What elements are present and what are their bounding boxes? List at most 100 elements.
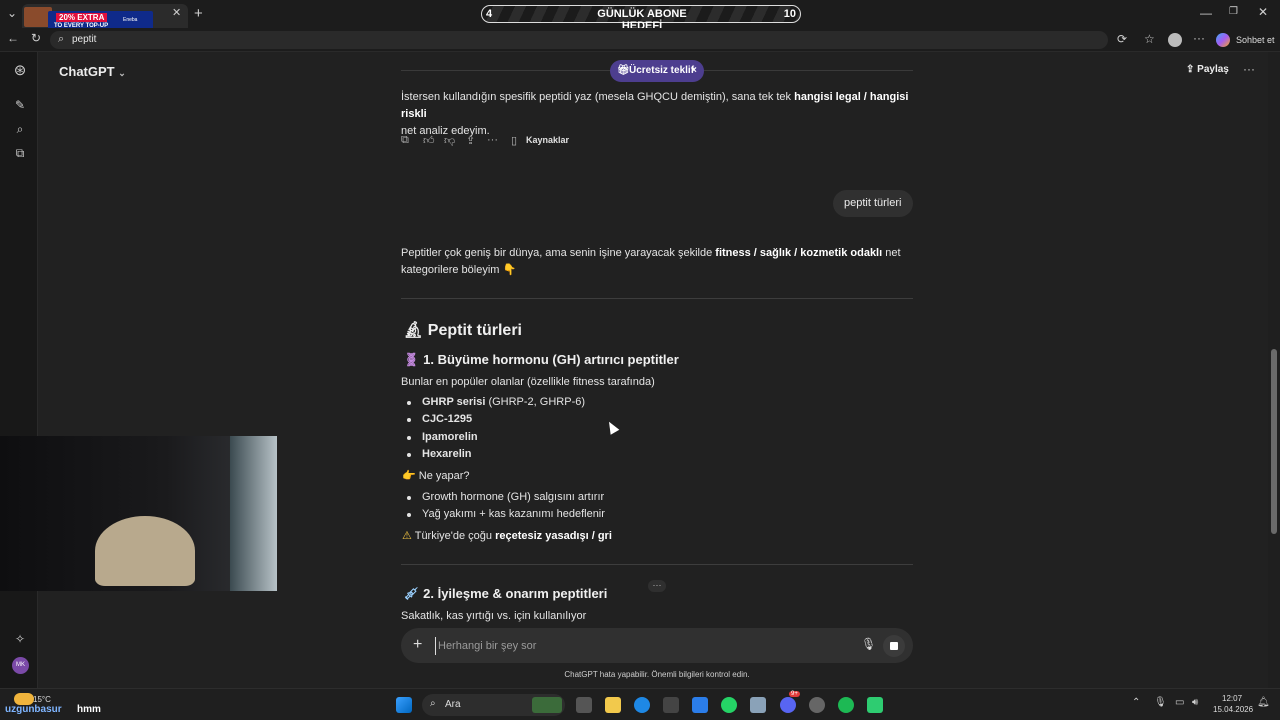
ad-brand: Eneba: [123, 17, 138, 23]
model-selector[interactable]: ChatGPT ⌄: [59, 64, 126, 79]
what-it-does-label: 👉 Ne yapar?: [402, 468, 470, 485]
search-highlight-image: [532, 697, 562, 713]
gift-icon: 🎁︎: [617, 65, 630, 76]
more-icon[interactable]: ···: [1193, 31, 1205, 45]
mail-icon[interactable]: [692, 697, 708, 713]
share-message-icon[interactable]: ⇪: [466, 134, 475, 147]
microphone-icon[interactable]: 🎙︎: [861, 637, 876, 651]
user-avatar[interactable]: MK: [12, 657, 29, 674]
assistant-reply-intro: Peptitler çok geniş bir dünya, ama senin…: [401, 245, 913, 279]
reply-text: Peptitler çok geniş bir dünya, ama senin…: [401, 247, 716, 259]
sparkle-icon[interactable]: ✧: [11, 630, 29, 648]
edge-icon[interactable]: [634, 697, 650, 713]
openai-logo-icon[interactable]: ⊛: [11, 62, 29, 80]
new-tab-icon[interactable]: +: [194, 5, 203, 22]
dna-icon: 🧬︎: [403, 352, 424, 367]
warning-icon: ⚠: [402, 530, 415, 542]
spotify-icon[interactable]: [838, 697, 854, 713]
section2-title: 2. İyileşme & onarım peptitleri: [423, 586, 608, 601]
start-menu-icon[interactable]: [396, 697, 412, 713]
message-input[interactable]: [435, 637, 845, 655]
pointing-hand-icon: 👉: [402, 470, 419, 482]
goal-target: 10: [783, 8, 796, 20]
favorites-icon[interactable]: ☆: [1144, 32, 1155, 46]
section-heading: 🔬︎ Peptit türleri: [403, 320, 522, 340]
message-composer: + 🎙︎: [401, 628, 913, 663]
taskbar-search[interactable]: ⌕ Ara: [422, 694, 565, 716]
extensions-icon[interactable]: ⟳: [1117, 32, 1127, 46]
notifications-icon[interactable]: 🔔︎: [1257, 697, 1270, 708]
list-item: Yağ yakımı + kas kazanımı hedeflenir: [407, 508, 605, 520]
mouse-cursor: [604, 419, 620, 435]
back-icon[interactable]: ←: [7, 31, 19, 45]
ad-badge: 20% EXTRA: [56, 13, 108, 22]
scrollbar[interactable]: [1268, 52, 1280, 688]
sources-icon: ▯: [511, 135, 518, 147]
close-icon[interactable]: ×: [691, 65, 697, 76]
stop-icon: [890, 642, 898, 650]
clock-date[interactable]: 15.04.2026: [1213, 705, 1253, 714]
item-bold: Ipamorelin: [422, 431, 478, 443]
network-icon[interactable]: ▭: [1175, 697, 1184, 708]
library-icon[interactable]: ⧉: [11, 144, 29, 162]
assistant-message-intro: İstersen kullandığın spesifik peptidi ya…: [401, 89, 913, 140]
clock-time[interactable]: 12:07: [1222, 694, 1242, 703]
divider: [401, 298, 913, 299]
streamer-name: uzgunbasur: [5, 704, 62, 715]
section2-subtitle: Sakatlık, kas yırtığı vs. için kullanılı…: [401, 610, 587, 622]
file-explorer-icon[interactable]: [605, 697, 621, 713]
app-icon[interactable]: [867, 697, 883, 713]
share-icon: ⇪: [1186, 64, 1198, 75]
attach-plus-icon[interactable]: +: [413, 636, 422, 654]
subsection-heading: 🧬︎ 1. Büyüme hormonu (GH) artırıcı pepti…: [403, 352, 679, 368]
subsection-heading: 💉︎ 2. İyileşme & onarım peptitleri: [403, 586, 607, 602]
syringe-icon: 💉︎: [403, 586, 424, 601]
copilot-chat-label[interactable]: Sohbet et: [1236, 35, 1275, 45]
volume-icon[interactable]: 🔊︎: [1192, 697, 1198, 708]
task-view-icon[interactable]: [576, 697, 592, 713]
copilot-icon[interactable]: [1216, 33, 1230, 47]
chat-message: hmm: [77, 704, 101, 715]
model-name: ChatGPT: [59, 64, 115, 79]
search-chats-icon[interactable]: ⌕: [11, 120, 29, 138]
user-message: peptit türleri: [833, 190, 913, 217]
tray-chevron-icon[interactable]: ⌃: [1132, 697, 1140, 708]
close-tab-icon[interactable]: ✕: [172, 6, 181, 19]
free-offer-pill[interactable]: 🎁︎ Ücretsiz teklif ×: [610, 60, 704, 82]
webcam-person: [95, 516, 195, 586]
what-label-text: Ne yapar?: [418, 470, 470, 482]
scrollbar-thumb[interactable]: [1271, 349, 1277, 534]
copy-icon[interactable]: ⧉: [401, 134, 409, 147]
whatsapp-icon[interactable]: [721, 697, 737, 713]
tray-mic-icon[interactable]: 🎙︎: [1154, 697, 1167, 708]
settings-app-icon[interactable]: [750, 697, 766, 713]
close-window-icon[interactable]: ✕: [1258, 5, 1268, 19]
refresh-icon[interactable]: ↻: [31, 31, 41, 45]
share-button[interactable]: ⇪ Paylaş: [1186, 64, 1229, 75]
share-label: Paylaş: [1197, 64, 1229, 75]
minimize-icon[interactable]: —: [1200, 6, 1212, 20]
profile-avatar[interactable]: [1168, 33, 1182, 47]
tab-list-icon[interactable]: ⌄: [7, 6, 17, 20]
sources-button[interactable]: Kaynaklar: [526, 135, 569, 145]
section1-subtitle: Bunlar en popüler olanlar (özellikle fit…: [401, 376, 655, 388]
new-chat-icon[interactable]: ✎: [11, 96, 29, 114]
heading-text: Peptit türleri: [427, 322, 522, 339]
thumbs-down-icon[interactable]: 👎︎: [444, 134, 455, 147]
discord-icon[interactable]: 9+: [780, 691, 800, 713]
store-icon[interactable]: [663, 697, 679, 713]
more-options-icon[interactable]: ···: [1243, 62, 1255, 76]
address-bar[interactable]: ⌕ peptit: [50, 31, 1108, 49]
thumbs-up-icon[interactable]: 👍︎: [423, 134, 435, 147]
address-text: peptit: [72, 34, 97, 45]
warning-text: Türkiye'de çoğu: [414, 530, 496, 542]
webcam-background: [230, 436, 277, 591]
notification-badge: 9+: [789, 691, 800, 697]
restore-icon[interactable]: ❐: [1229, 6, 1238, 17]
steam-icon[interactable]: [809, 697, 825, 713]
scroll-more-icon[interactable]: ···: [648, 580, 666, 592]
list-item: Hexarelin: [407, 448, 472, 460]
more-actions-icon[interactable]: ···: [487, 134, 498, 146]
stop-button[interactable]: [883, 635, 905, 657]
item-bold: Hexarelin: [422, 448, 472, 460]
